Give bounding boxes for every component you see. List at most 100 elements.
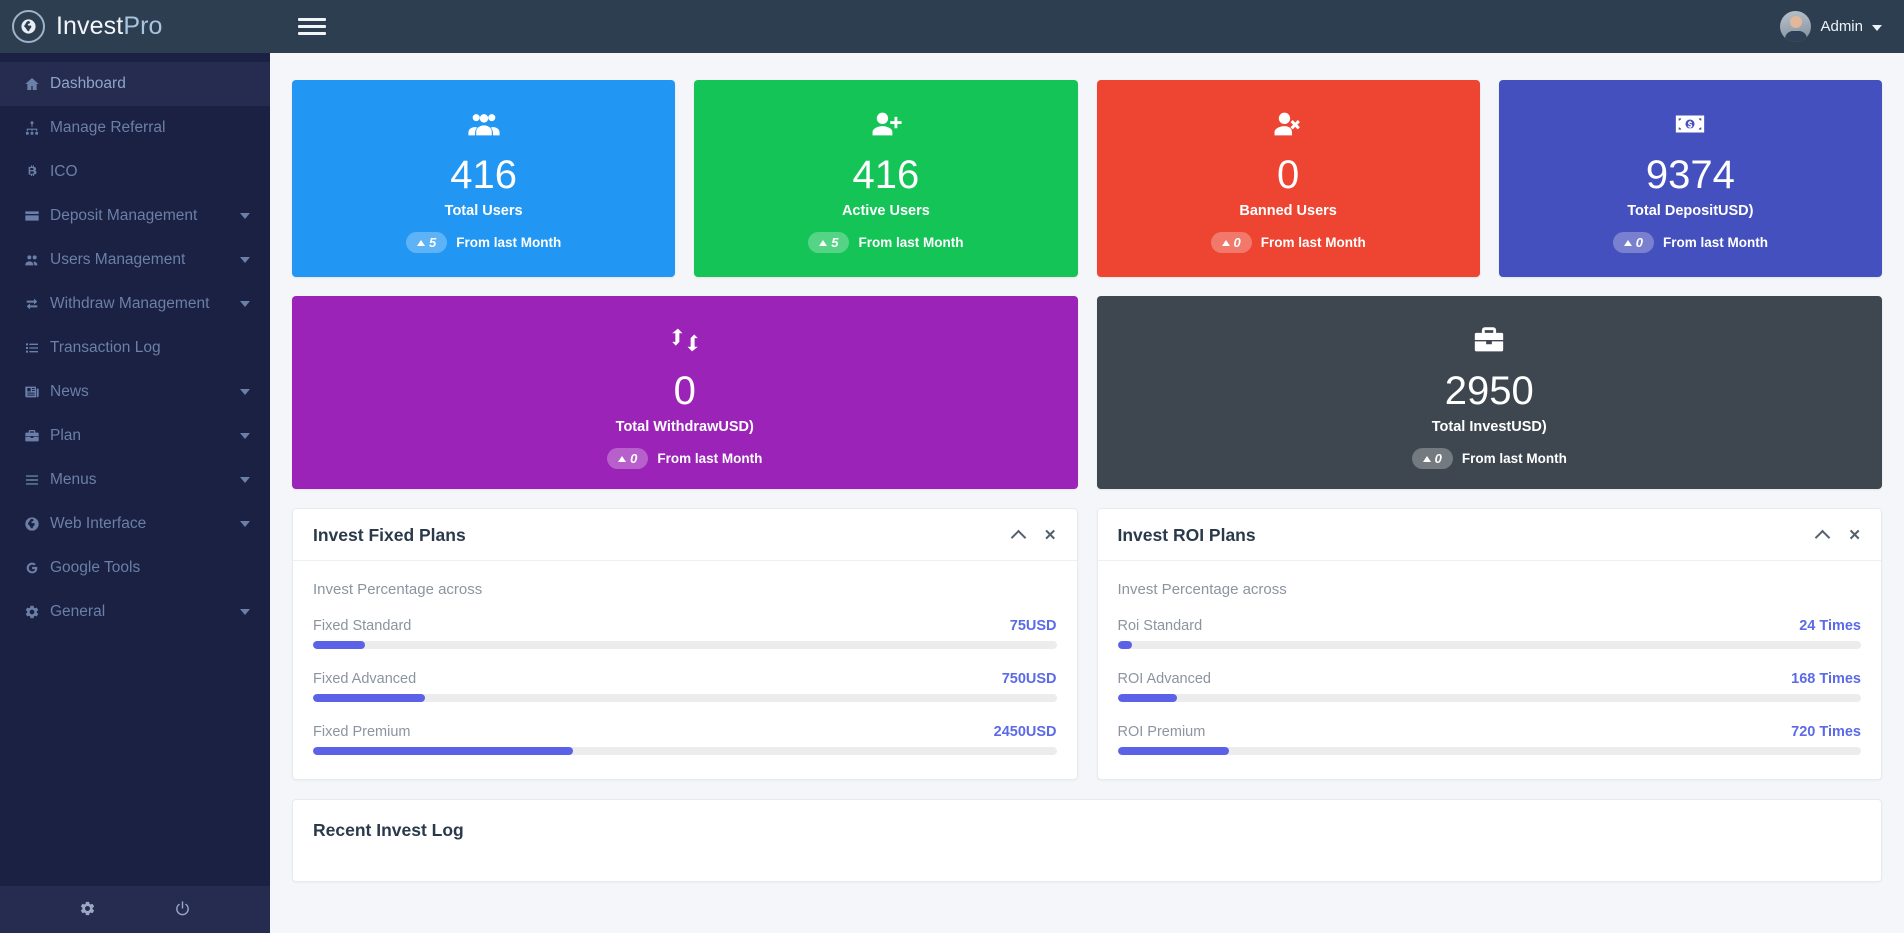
plan-name: Fixed Premium [313,724,994,740]
chevron-down-icon [1872,25,1882,31]
progress-track [313,641,1057,649]
sidebar-item-label: Plan [50,427,240,445]
gear-icon [24,604,40,620]
brand-logo-area[interactable]: InvestPro [0,10,270,43]
sidebar-item-menus[interactable]: Menus [0,458,270,502]
list-icon [24,340,40,356]
retweet-icon [668,320,702,360]
sidebar-item-label: Dashboard [50,75,254,93]
panel-tools: ✕ [1013,528,1057,543]
globe-icon [12,10,45,43]
user-menu[interactable]: Admin [1780,11,1904,42]
sidebar-item-general[interactable]: General [0,590,270,634]
stat-footer: 0From last Month [1211,232,1366,253]
panel-body: Invest Percentage acrossFixed Standard75… [293,561,1077,779]
globe-icon [24,516,50,532]
sidebar-item-transaction-log[interactable]: Transaction Log [0,326,270,370]
credit-card-icon [24,208,40,224]
plan-name: Fixed Standard [313,618,1010,634]
users-icon [24,252,40,268]
sidebar-item-withdraw-management[interactable]: Withdraw Management [0,282,270,326]
panel-header: Invest Fixed Plans✕ [293,509,1077,561]
exchange-icon [24,296,50,312]
stat-value: 0 [674,370,696,412]
user-plus-icon [869,107,903,141]
plan-value: 2450USD [994,724,1057,740]
progress-fill [1118,694,1177,702]
plan-panels-row: Invest Fixed Plans✕ Invest Percentage acr… [292,508,1882,780]
sidebar-item-manage-referral[interactable]: Manage Referral [0,106,270,150]
bars-icon [24,472,50,488]
money-bill-icon [1673,104,1707,144]
gear-icon[interactable] [79,900,96,920]
globe-icon [24,516,40,532]
close-icon[interactable]: ✕ [1848,528,1861,543]
sidebar-item-users-management[interactable]: Users Management [0,238,270,282]
chevron-down-icon [240,389,250,395]
home-icon [24,76,40,92]
badge-value: 0 [630,451,637,466]
chevron-up-icon[interactable] [1815,530,1831,546]
hamburger-bar [298,18,326,21]
stat-card-total-depositusd: 9374Total DepositUSD)0From last Month [1499,80,1882,277]
caret-up-icon [417,240,425,246]
progress-track [313,747,1057,755]
stat-note: From last Month [1663,235,1768,250]
sidebar-item-label: Menus [50,471,240,489]
stat-footer: 0From last Month [1613,232,1768,253]
sidebar-nav: Dashboard Manage ReferralICODeposit Manag… [0,62,270,634]
exchange-icon [24,296,40,312]
credit-card-icon [24,208,50,224]
users-icon [24,252,50,268]
plan-row: Fixed Advanced750USD [313,671,1057,702]
money-bill-icon [1673,107,1707,141]
chevron-up-icon[interactable] [1011,530,1027,546]
chevron-down-icon [240,609,250,615]
stat-card-banned-users: 0Banned Users0From last Month [1097,80,1480,277]
panel-subtitle: Invest Percentage across [313,581,1057,598]
newspaper-icon [24,384,40,400]
user-name-label: Admin [1820,18,1863,35]
plan-row: Fixed Premium2450USD [313,724,1057,755]
chevron-down-icon [240,477,250,483]
badge-value: 0 [1435,451,1442,466]
close-icon[interactable]: ✕ [1044,528,1057,543]
sidebar-item-plan[interactable]: Plan [0,414,270,458]
stat-label: Active Users [842,203,930,219]
hamburger-icon[interactable] [298,14,326,40]
briefcase-icon [24,428,50,444]
stat-label: Total InvestUSD) [1432,419,1547,435]
progress-fill [313,694,425,702]
panel-tools: ✕ [1817,528,1861,543]
panel-header: Invest ROI Plans ✕ [1098,509,1882,561]
plan-row-header: ROI Advanced168 Times [1118,671,1862,687]
plan-row-header: Roi Standard24 Times [1118,618,1862,634]
stat-note: From last Month [657,451,762,466]
sidebar-item-dashboard[interactable]: Dashboard [0,62,270,106]
top-navbar: InvestPro Admin [0,0,1904,53]
sidebar-item-label: Web Interface [50,515,240,533]
sidebar-item-web-interface[interactable]: Web Interface [0,502,270,546]
plan-name: Roi Standard [1118,618,1800,634]
sitemap-icon [24,120,50,136]
avatar [1780,11,1811,42]
hamburger-bar [298,32,326,35]
sidebar-item-label: Users Management [50,251,240,269]
sidebar-item-news[interactable]: News [0,370,270,414]
panel-title: Invest ROI Plans [1118,525,1818,546]
dashboard-page: InvestPro Admin Dashboard Manage Referral… [0,0,1904,933]
progress-track [1118,694,1862,702]
sidebar-item-label: General [50,603,240,621]
stat-value: 9374 [1646,154,1735,196]
progress-track [1118,641,1862,649]
progress-fill [313,747,573,755]
sidebar-footer [0,886,270,933]
power-icon[interactable] [174,900,191,920]
plan-value: 720 Times [1791,724,1861,740]
brand-title-part1: Invest [56,12,123,40]
users-group-icon [467,107,501,141]
sidebar-item-deposit-management[interactable]: Deposit Management [0,194,270,238]
plan-value: 168 Times [1791,671,1861,687]
sidebar-item-google-tools[interactable]: Google Tools [0,546,270,590]
sidebar-item-ico[interactable]: ICO [0,150,270,194]
